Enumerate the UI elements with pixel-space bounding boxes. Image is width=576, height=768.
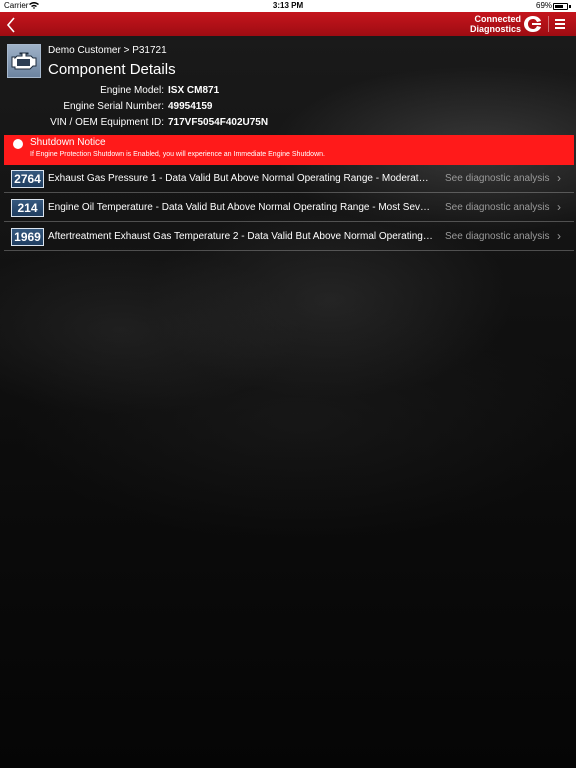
fault-description: Engine Oil Temperature - Data Valid But … (48, 202, 434, 213)
app-brand-name: Connected Diagnostics (455, 14, 521, 34)
fault-description: Exhaust Gas Pressure 1 - Data Valid But … (48, 173, 434, 184)
list-menu-icon (555, 19, 565, 21)
page-title: Component Details (48, 61, 176, 78)
fault-row[interactable]: 214 Engine Oil Temperature - Data Valid … (4, 195, 574, 222)
fault-code-badge: 214 (11, 199, 44, 217)
chevron-right-icon: › (557, 229, 561, 243)
breadcrumb[interactable]: Demo Customer > P31721 (48, 45, 167, 56)
chevron-right-icon: › (557, 171, 561, 185)
fault-row[interactable]: 2764 Exhaust Gas Pressure 1 - Data Valid… (4, 166, 574, 193)
back-button[interactable] (6, 14, 20, 34)
list-menu-icon-line (555, 23, 565, 25)
engine-icon (7, 44, 41, 78)
app-screen: Carrier 3:13 PM 69% Connected Diagnostic… (0, 0, 576, 768)
battery-icon (553, 3, 568, 10)
notice-dot-icon (13, 139, 23, 149)
engine-serial-value: 49954159 (168, 101, 213, 112)
list-menu-button[interactable] (548, 16, 568, 32)
chevron-left-icon (6, 17, 15, 33)
brand-line-1: Connected (474, 14, 521, 24)
vin-value: 717VF5054F402U75N (168, 117, 269, 128)
engine-serial-label: Engine Serial Number: (63, 101, 164, 112)
see-diagnostic-analysis-link[interactable]: See diagnostic analysis (445, 231, 550, 242)
status-bar: Carrier 3:13 PM 69% (0, 0, 576, 12)
fault-code-badge: 2764 (11, 170, 44, 188)
battery-tip (569, 5, 571, 8)
see-diagnostic-analysis-link[interactable]: See diagnostic analysis (445, 173, 550, 184)
chevron-right-icon: › (557, 200, 561, 214)
status-time: 3:13 PM (272, 1, 304, 10)
shutdown-notice: Shutdown Notice If Engine Protection Shu… (4, 135, 574, 165)
vin-label: VIN / OEM Equipment ID: (50, 117, 164, 128)
engine-model-label: Engine Model: (100, 85, 164, 96)
see-diagnostic-analysis-link[interactable]: See diagnostic analysis (445, 202, 550, 213)
battery-level (555, 5, 563, 8)
notice-text: If Engine Protection Shutdown is Enabled… (30, 151, 325, 158)
engine-model-value: ISX CM871 (168, 85, 220, 96)
cummins-logo-icon (523, 15, 543, 33)
fault-code-badge: 1969 (11, 228, 44, 246)
battery-percent: 69% (536, 1, 553, 10)
navigation-bar: Connected Diagnostics (0, 12, 576, 36)
list-menu-icon-line (555, 27, 565, 29)
fault-description: Aftertreatment Exhaust Gas Temperature 2… (48, 231, 434, 242)
brand-line-2: Diagnostics (469, 24, 521, 34)
fault-row[interactable]: 1969 Aftertreatment Exhaust Gas Temperat… (4, 224, 574, 251)
notice-title: Shutdown Notice (30, 137, 106, 148)
